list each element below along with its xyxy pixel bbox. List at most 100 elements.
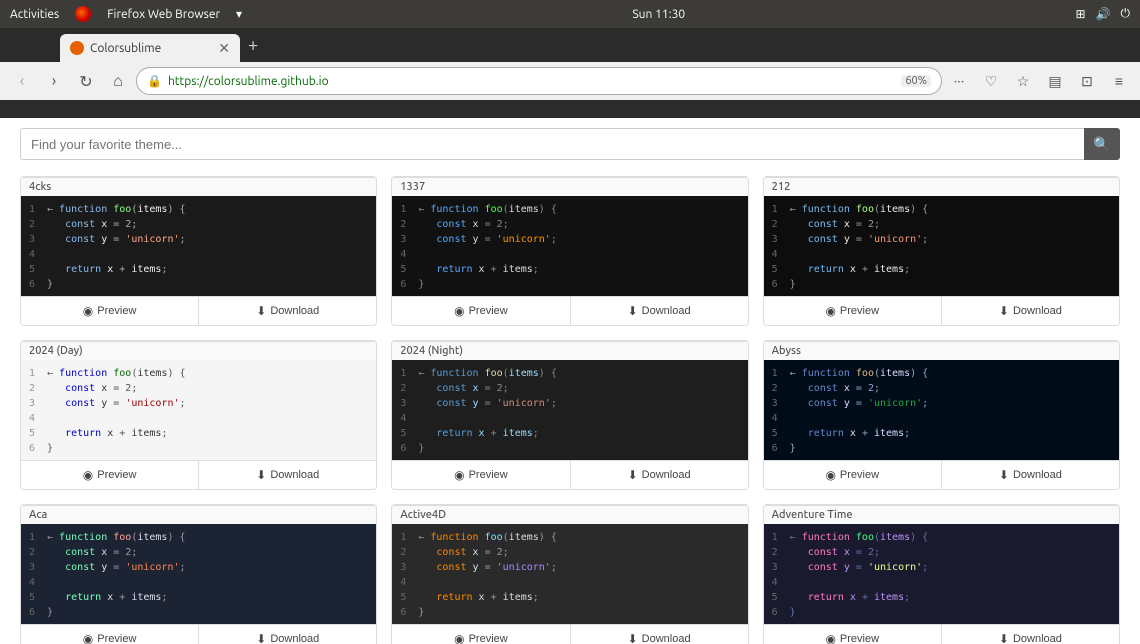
lock-icon: 🔒 <box>147 74 162 88</box>
theme-label-4cks: 4cks <box>21 177 376 196</box>
preview-button-abyss[interactable]: ◉ Preview <box>764 461 942 489</box>
theme-label-adventure-time: Adventure Time <box>764 505 1119 524</box>
theme-preview-active4d: 1← function foo(items) { 2 const x = 2; … <box>392 524 747 624</box>
theme-label-active4d: Active4D <box>392 505 747 524</box>
preview-icon: ◉ <box>454 304 464 318</box>
theme-preview-abyss: 1← function foo(items) { 2 const x = 2; … <box>764 360 1119 460</box>
tab-close-button[interactable]: ✕ <box>218 40 230 57</box>
theme-label-aca: Aca <box>21 505 376 524</box>
download-icon: ⬇ <box>256 304 266 318</box>
preview-button-2024night[interactable]: ◉ Preview <box>392 461 570 489</box>
download-icon: ⬇ <box>628 632 638 644</box>
theme-label-212: 212 <box>764 177 1119 196</box>
nav-right-icons: ··· ♡ ☆ ▤ ⊡ ≡ <box>946 68 1132 94</box>
theme-label-2024day: 2024 (Day) <box>21 341 376 360</box>
search-button[interactable]: 🔍 <box>1084 128 1120 160</box>
nav-bar: ‹ › ↻ ⌂ 🔒 https://colorsublime.github.io… <box>0 62 1140 100</box>
theme-card-212: 212 1← function foo(items) { 2 const x =… <box>763 176 1120 326</box>
download-button-adventure-time[interactable]: ⬇ Download <box>942 625 1119 644</box>
download-icon: ⬇ <box>999 304 1009 318</box>
preview-button-2024day[interactable]: ◉ Preview <box>21 461 199 489</box>
preview-icon: ◉ <box>83 468 93 482</box>
theme-preview-adventure-time: 1← function foo(items) { 2 const x = 2; … <box>764 524 1119 624</box>
preview-button-active4d[interactable]: ◉ Preview <box>392 625 570 644</box>
url-display: https://colorsublime.github.io <box>168 75 895 88</box>
download-button-2024day[interactable]: ⬇ Download <box>199 461 376 489</box>
theme-preview-2024day: 1← function foo(items) { 2 const x = 2; … <box>21 360 376 460</box>
firefox-icon <box>75 6 91 22</box>
theme-card-1337: 1337 1← function foo(items) { 2 const x … <box>391 176 748 326</box>
os-topbar: Activities Firefox Web Browser ▾ Sun 11:… <box>0 0 1140 28</box>
tabs-button[interactable]: ⊡ <box>1074 68 1100 94</box>
search-bar: 🔍 <box>20 128 1120 160</box>
theme-card-aca: Aca 1← function foo(items) { 2 const x =… <box>20 504 377 644</box>
tab-favicon <box>70 41 84 55</box>
download-button-1337[interactable]: ⬇ Download <box>571 297 748 325</box>
preview-icon: ◉ <box>825 304 835 318</box>
address-bar[interactable]: 🔒 https://colorsublime.github.io 60% <box>136 67 942 95</box>
theme-preview-aca: 1← function foo(items) { 2 const x = 2; … <box>21 524 376 624</box>
preview-button-adventure-time[interactable]: ◉ Preview <box>764 625 942 644</box>
theme-preview-1337: 1← function foo(items) { 2 const x = 2; … <box>392 196 747 296</box>
network-icon: ⊞ <box>1075 7 1085 21</box>
download-button-aca[interactable]: ⬇ Download <box>199 625 376 644</box>
download-icon: ⬇ <box>256 468 266 482</box>
star-button[interactable]: ☆ <box>1010 68 1036 94</box>
preview-icon: ◉ <box>454 468 464 482</box>
theme-label-1337: 1337 <box>392 177 747 196</box>
search-input[interactable] <box>20 128 1084 160</box>
browser-tab[interactable]: Colorsublime ✕ <box>60 34 240 62</box>
theme-actions-adventure-time: ◉ Preview ⬇ Download <box>764 624 1119 644</box>
preview-icon: ◉ <box>825 632 835 644</box>
browser-name-label: Firefox Web Browser <box>107 8 220 21</box>
theme-preview-212: 1← function foo(items) { 2 const x = 2; … <box>764 196 1119 296</box>
theme-card-abyss: Abyss 1← function foo(items) { 2 const x… <box>763 340 1120 490</box>
home-button[interactable]: ⌂ <box>104 67 132 95</box>
preview-icon: ◉ <box>83 632 93 644</box>
theme-card-4cks: 4cks 1← function foo(items) { 2 const x … <box>20 176 377 326</box>
download-icon: ⬇ <box>999 468 1009 482</box>
tab-bar: Colorsublime ✕ + <box>0 28 1140 62</box>
download-icon: ⬇ <box>256 632 266 644</box>
download-button-abyss[interactable]: ⬇ Download <box>942 461 1119 489</box>
preview-button-212[interactable]: ◉ Preview <box>764 297 942 325</box>
theme-card-active4d: Active4D 1← function foo(items) { 2 cons… <box>391 504 748 644</box>
back-button[interactable]: ‹ <box>8 67 36 95</box>
new-tab-button[interactable]: + <box>248 35 258 55</box>
download-button-active4d[interactable]: ⬇ Download <box>571 625 748 644</box>
preview-button-4cks[interactable]: ◉ Preview <box>21 297 199 325</box>
preview-button-aca[interactable]: ◉ Preview <box>21 625 199 644</box>
theme-actions-active4d: ◉ Preview ⬇ Download <box>392 624 747 644</box>
sidebar-button[interactable]: ▤ <box>1042 68 1068 94</box>
preview-button-1337[interactable]: ◉ Preview <box>392 297 570 325</box>
clock: Sun 11:30 <box>632 8 685 21</box>
theme-label-abyss: Abyss <box>764 341 1119 360</box>
menu-button[interactable]: ··· <box>946 68 972 94</box>
download-button-212[interactable]: ⬇ Download <box>942 297 1119 325</box>
reload-button[interactable]: ↻ <box>72 67 100 95</box>
bookmark-button[interactable]: ♡ <box>978 68 1004 94</box>
theme-grid: 4cks 1← function foo(items) { 2 const x … <box>20 176 1120 644</box>
theme-actions-aca: ◉ Preview ⬇ Download <box>21 624 376 644</box>
theme-card-adventure-time: Adventure Time 1← function foo(items) { … <box>763 504 1120 644</box>
activities-button[interactable]: Activities <box>10 8 59 21</box>
power-icon: ⏻ <box>1120 7 1130 21</box>
download-icon: ⬇ <box>999 632 1009 644</box>
forward-button[interactable]: › <box>40 67 68 95</box>
theme-preview-4cks: 1← function foo(items) { 2 const x = 2; … <box>21 196 376 296</box>
theme-actions-1337: ◉ Preview ⬇ Download <box>392 296 747 325</box>
browser-chrome: Colorsublime ✕ + ‹ › ↻ ⌂ 🔒 https://color… <box>0 28 1140 118</box>
dropdown-arrow: ▾ <box>236 7 242 21</box>
download-button-4cks[interactable]: ⬇ Download <box>199 297 376 325</box>
download-button-2024night[interactable]: ⬇ Download <box>571 461 748 489</box>
theme-card-2024day: 2024 (Day) 1← function foo(items) { 2 co… <box>20 340 377 490</box>
theme-actions-212: ◉ Preview ⬇ Download <box>764 296 1119 325</box>
preview-icon: ◉ <box>454 632 464 644</box>
tab-title: Colorsublime <box>90 42 161 55</box>
download-icon: ⬇ <box>628 468 638 482</box>
preview-icon: ◉ <box>825 468 835 482</box>
theme-preview-2024night: 1← function foo(items) { 2 const x = 2; … <box>392 360 747 460</box>
theme-label-2024night: 2024 (Night) <box>392 341 747 360</box>
hamburger-button[interactable]: ≡ <box>1106 68 1132 94</box>
zoom-level: 60% <box>901 75 931 87</box>
